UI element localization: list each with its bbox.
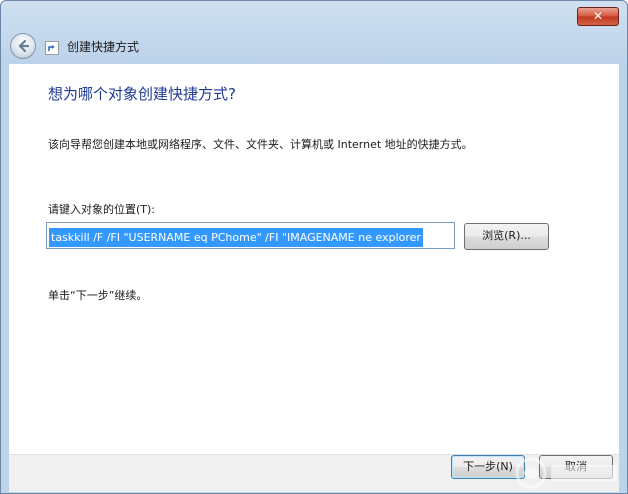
shortcut-icon xyxy=(45,41,59,55)
close-icon: ✕ xyxy=(592,9,604,23)
watermark-logo-icon xyxy=(515,457,617,489)
location-input[interactable]: taskkill /F /FI "USERNAME eq PChome" /FI… xyxy=(46,222,455,249)
page-heading: 想为哪个对象创建快捷方式? xyxy=(48,85,236,103)
continue-hint: 单击“下一步”继续。 xyxy=(48,289,148,302)
browse-button[interactable]: 浏览(R)... xyxy=(464,223,549,250)
description-text: 该向导帮您创建本地或网络程序、文件、文件夹、计算机或 Internet 地址的快… xyxy=(48,138,473,151)
close-button[interactable]: ✕ xyxy=(577,7,619,26)
location-label: 请键入对象的位置(T): xyxy=(48,203,156,216)
back-arrow-icon xyxy=(18,39,30,53)
wizard-content: 想为哪个对象创建快捷方式? 该向导帮您创建本地或网络程序、文件、文件夹、计算机或… xyxy=(9,64,619,454)
location-input-value: taskkill /F /FI "USERNAME eq PChome" /FI… xyxy=(49,228,423,247)
window-title: 创建快捷方式 xyxy=(67,40,140,54)
back-button[interactable] xyxy=(10,33,36,59)
wizard-window: ✕ 创建快捷方式 想为哪个对象创建快捷方式? 该向导帮您创建本地或网络程序、文件… xyxy=(0,0,628,494)
